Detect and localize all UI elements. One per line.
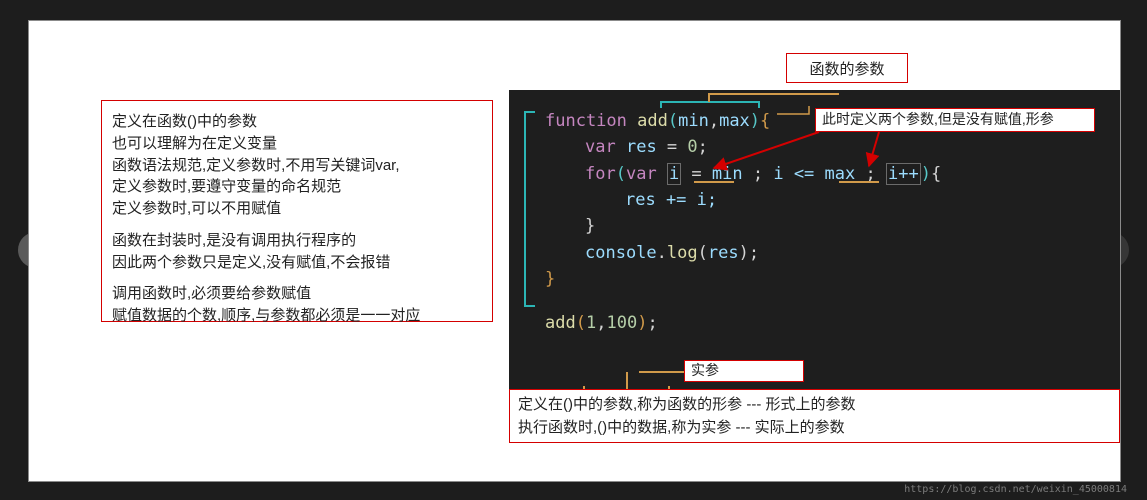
fn-add: add (637, 111, 668, 131)
kw-var: var (585, 137, 616, 157)
param-max: max (719, 111, 750, 131)
arg-1: 1 (586, 313, 596, 333)
id-res: res (626, 137, 657, 157)
watermark: https://blog.csdn.net/weixin_45000814 (904, 484, 1127, 495)
formal-param-note: 此时定义两个参数,但是没有赋值,形参 (815, 108, 1095, 132)
code-line-6: console.log(res); (545, 240, 1120, 266)
bottom-note-1: 定义在()中的参数,称为函数的形参 --- 形式上的参数 (518, 394, 1111, 417)
slide-title: 函数的参数 (809, 58, 884, 79)
num-zero: 0 (687, 137, 697, 157)
left-note-2: 函数在封装时,是没有调用执行程序的 因此两个参数只是定义,没有赋值,不会报错 (112, 230, 482, 274)
code-line-3: for(var i = min ; i <= max ; i++){ (545, 161, 1120, 187)
id-i: i (667, 163, 681, 185)
code-line-7: } (545, 266, 1120, 292)
code-line-5: } (545, 213, 1120, 239)
slide-title-box: 函数的参数 (786, 53, 908, 83)
left-note-1: 定义在函数()中的参数 也可以理解为在定义变量 函数语法规范,定义参数时,不用写… (112, 111, 482, 220)
kw-function: function (545, 111, 627, 131)
param-min: min (678, 111, 709, 131)
slide-card: 函数的参数 定义在函数()中的参数 也可以理解为在定义变量 函数语法规范,定义参… (28, 20, 1121, 482)
id-min-use: min (712, 164, 743, 184)
id-console: console (585, 243, 657, 263)
bottom-explanation-box: 定义在()中的参数,称为函数的形参 --- 形式上的参数 执行函数时,()中的数… (509, 389, 1120, 443)
fn-call-add: add (545, 313, 576, 333)
kw-for: for (585, 164, 616, 184)
id-max-use: max (825, 164, 856, 184)
id-inc: i++ (886, 163, 921, 185)
code-line-2: var res = 0; (545, 134, 1120, 160)
left-explanation-box: 定义在函数()中的参数 也可以理解为在定义变量 函数语法规范,定义参数时,不用写… (101, 100, 493, 322)
fn-log: log (667, 243, 698, 263)
code-line-4: res += i; (545, 187, 1120, 213)
actual-param-note: 实参 (684, 360, 804, 382)
code-panel: function add(min,max){ var res = 0; for(… (509, 90, 1120, 390)
code-call-line: add(1,100); (545, 310, 1120, 336)
bottom-note-2: 执行函数时,()中的数据,称为实参 --- 实际上的参数 (518, 417, 1111, 440)
left-note-3: 调用函数时,必须要给参数赋值 赋值数据的个数,顺序,与参数都必须是一一对应 (112, 283, 482, 327)
arg-100: 100 (606, 313, 637, 333)
